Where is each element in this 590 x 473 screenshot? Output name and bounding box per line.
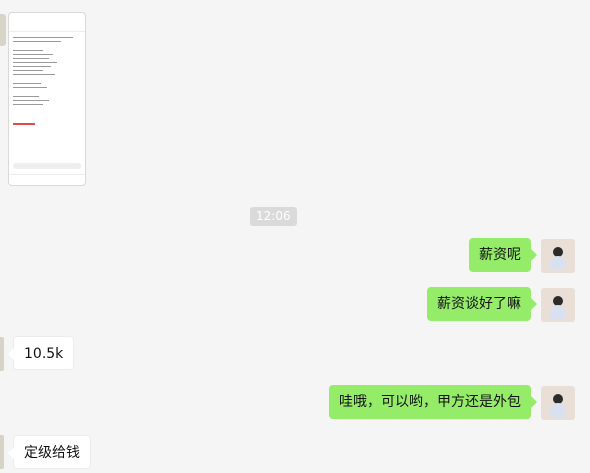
screenshot-thumbnail[interactable] bbox=[8, 12, 86, 186]
message-bubble-incoming[interactable]: 定级给钱 bbox=[8, 435, 91, 469]
my-avatar[interactable] bbox=[541, 239, 575, 273]
thumb-highlight bbox=[13, 123, 35, 125]
timestamp: 12:06 bbox=[250, 207, 297, 226]
message-text: 哇哦，可以哟，甲方还是外包 bbox=[339, 394, 521, 410]
my-avatar[interactable] bbox=[541, 386, 575, 420]
contact-avatar[interactable] bbox=[0, 14, 6, 46]
message-text: 定级给钱 bbox=[24, 445, 80, 461]
message-bubble-outgoing[interactable]: 薪资谈好了嘛 bbox=[427, 287, 537, 321]
contact-avatar[interactable] bbox=[0, 435, 4, 469]
thumb-content bbox=[9, 32, 85, 110]
thumb-toolbar bbox=[9, 23, 85, 32]
message-bubble-outgoing[interactable]: 薪资呢 bbox=[469, 238, 537, 272]
thumb-status-bar bbox=[9, 13, 85, 23]
contact-avatar[interactable] bbox=[0, 337, 4, 371]
message-bubble-outgoing[interactable]: 哇哦，可以哟，甲方还是外包 bbox=[329, 385, 537, 419]
chat-window: 12:06 薪资呢 薪资谈好了嘛 10.5k 哇哦，可以哟，甲方还是外包 定级给… bbox=[0, 0, 590, 473]
thumb-bottom-bar bbox=[9, 174, 85, 185]
my-avatar[interactable] bbox=[541, 288, 575, 322]
message-text: 10.5k bbox=[24, 346, 64, 362]
thumb-input bbox=[13, 163, 81, 169]
message-text: 薪资谈好了嘛 bbox=[437, 296, 521, 312]
message-text: 薪资呢 bbox=[479, 247, 521, 263]
message-bubble-incoming[interactable]: 10.5k bbox=[7, 336, 75, 370]
